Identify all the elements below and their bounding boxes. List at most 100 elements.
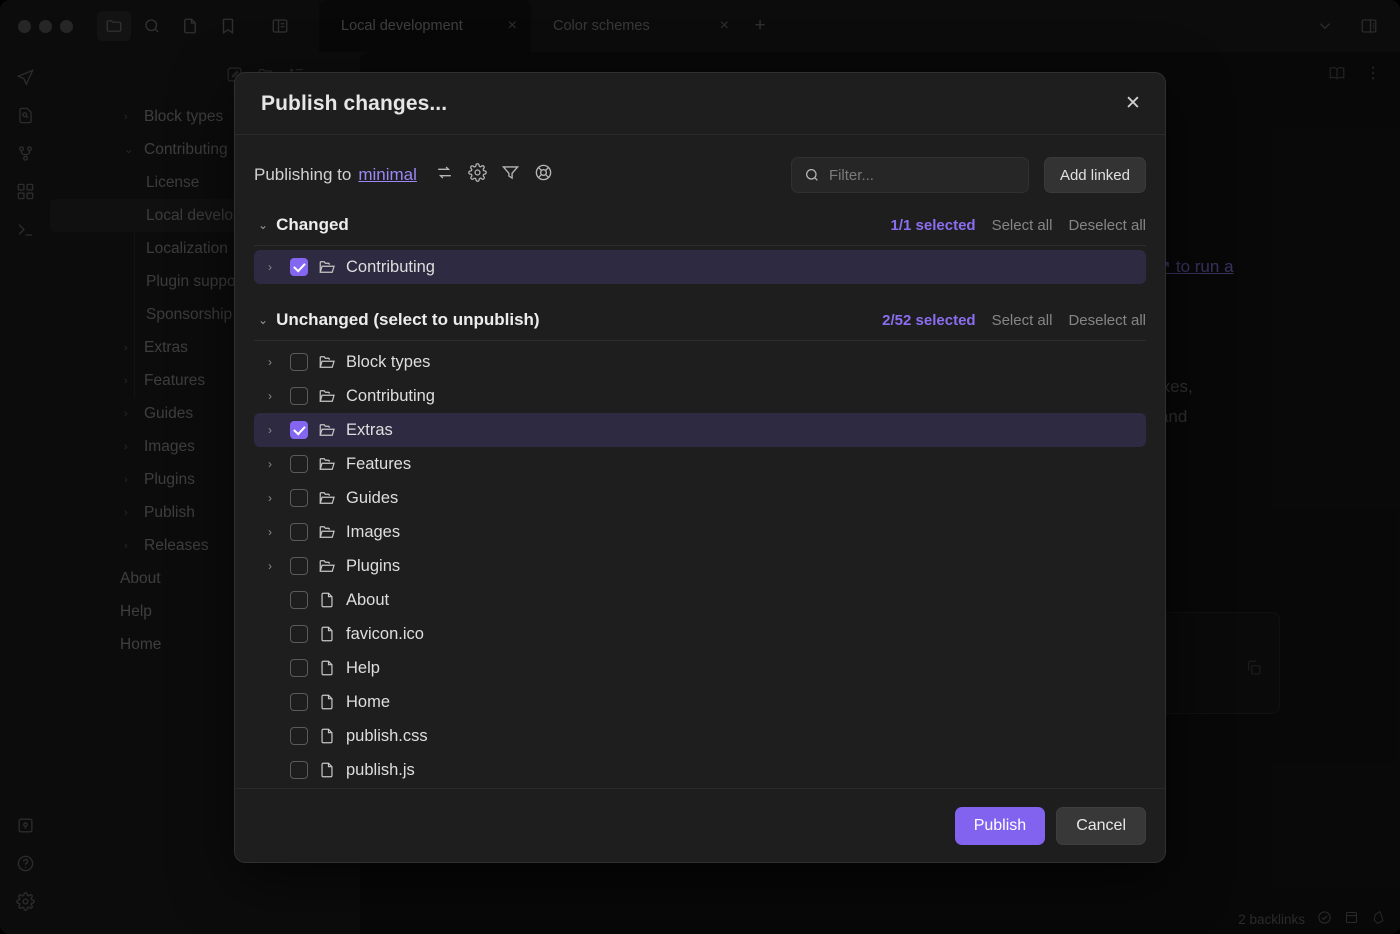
row-checkbox[interactable] [290,727,308,745]
sidebar-item-label: License [146,174,199,192]
bookmark-icon[interactable] [211,11,245,41]
close-window-button[interactable] [18,20,31,33]
tree-row[interactable]: ›Guides [254,481,1146,515]
tree-row[interactable]: ›publish.css [254,719,1146,753]
backlinks-count[interactable]: 2 backlinks [1238,912,1305,927]
tree-row[interactable]: ›Extras [254,413,1146,447]
close-icon[interactable]: × [720,18,729,34]
row-checkbox[interactable] [290,489,308,507]
row-checkbox[interactable] [290,523,308,541]
row-checkbox[interactable] [290,455,308,473]
chevron-icon[interactable]: › [124,375,137,387]
chevron-icon[interactable]: › [124,474,137,486]
row-checkbox[interactable] [290,693,308,711]
sidebar-layout-icon[interactable] [263,11,297,41]
chevron-right-icon[interactable]: › [268,525,284,539]
cancel-button[interactable]: Cancel [1056,807,1146,845]
row-checkbox[interactable] [290,421,308,439]
deselect-all-button[interactable]: Deselect all [1068,217,1146,234]
filter-search-box[interactable] [791,157,1029,193]
more-options-icon[interactable] [1364,64,1382,87]
copy-icon[interactable] [1245,657,1263,687]
help-icon[interactable] [8,846,42,880]
chevron-right-icon[interactable]: › [268,423,284,437]
row-checkbox[interactable] [290,591,308,609]
folder-icon[interactable] [97,11,131,41]
tree-row[interactable]: ›Contributing [254,379,1146,413]
tab-color-schemes[interactable]: Color schemes × [531,0,743,52]
chevron-right-icon[interactable]: › [268,491,284,505]
left-ribbon [0,52,50,934]
tree-row[interactable]: ›Images [254,515,1146,549]
chevron-icon[interactable]: › [124,111,137,123]
chevron-down-icon[interactable]: ⌄ [258,313,268,327]
tree-row[interactable]: ›Help [254,651,1146,685]
search-file-icon[interactable] [8,98,42,132]
group-header-unchanged[interactable]: ⌄Unchanged (select to unpublish)2/52 sel… [254,302,1146,341]
file-icon[interactable] [173,11,207,41]
filter-input[interactable] [829,167,1016,184]
obsidian-logo-icon[interactable] [1371,910,1386,928]
row-checkbox[interactable] [290,557,308,575]
chevron-right-icon[interactable]: › [268,260,284,274]
tree-row[interactable]: ›Plugins [254,549,1146,583]
chevron-right-icon[interactable]: › [268,355,284,369]
group-title: Unchanged (select to unpublish) [276,310,540,330]
tree-row[interactable]: ›Home [254,685,1146,719]
close-icon[interactable]: × [508,18,517,34]
canvas-grid-icon[interactable] [8,174,42,208]
chevron-down-icon[interactable]: ⌄ [258,218,268,232]
add-linked-button[interactable]: Add linked [1044,157,1146,193]
row-checkbox[interactable] [290,387,308,405]
group-header-changed[interactable]: ⌄Changed1/1 selectedSelect allDeselect a… [254,207,1146,246]
maximize-window-button[interactable] [60,20,73,33]
search-icon[interactable] [135,11,169,41]
lifebuoy-icon[interactable] [534,163,553,187]
deselect-all-button[interactable]: Deselect all [1068,312,1146,329]
minimize-window-button[interactable] [39,20,52,33]
tab-local-development[interactable]: Local development × [319,0,531,52]
check-circle-icon[interactable] [1317,910,1332,928]
close-icon[interactable]: ✕ [1119,90,1147,118]
new-tab-button[interactable]: + [743,0,777,52]
modal-body[interactable]: ⌄Changed1/1 selectedSelect allDeselect a… [235,207,1165,788]
chevron-down-icon[interactable] [1308,11,1342,41]
settings-gear-icon[interactable] [8,884,42,918]
publish-site-link[interactable]: minimal [358,165,417,185]
tree-row[interactable]: ›favicon.ico [254,617,1146,651]
reading-view-icon[interactable] [1328,64,1346,87]
chevron-right-icon[interactable]: › [268,389,284,403]
row-checkbox[interactable] [290,625,308,643]
sync-swap-icon[interactable] [435,163,454,187]
publish-icon[interactable] [8,60,42,94]
chevron-right-icon[interactable]: › [268,457,284,471]
select-all-button[interactable]: Select all [992,312,1053,329]
tree-row[interactable]: ›Contributing [254,250,1146,284]
git-graph-icon[interactable] [8,136,42,170]
chevron-icon[interactable]: › [124,441,137,453]
row-checkbox[interactable] [290,659,308,677]
chevron-icon[interactable]: › [124,507,137,519]
tree-row[interactable]: ›About [254,583,1146,617]
settings-gear-icon[interactable] [468,163,487,187]
terminal-icon[interactable] [8,212,42,246]
row-checkbox[interactable] [290,353,308,371]
publish-button[interactable]: Publish [955,807,1045,845]
tree-row[interactable]: ›publish.js [254,753,1146,787]
row-checkbox[interactable] [290,258,308,276]
chevron-icon[interactable]: ⌄ [124,143,137,156]
vault-switcher-icon[interactable] [8,808,42,842]
modal-title: Publish changes... [261,92,447,116]
chevron-icon[interactable]: › [124,342,137,354]
filter-funnel-icon[interactable] [501,163,520,187]
tree-row[interactable]: ›Block types [254,345,1146,379]
traffic-lights[interactable] [0,20,89,33]
chevron-icon[interactable]: › [124,540,137,552]
select-all-button[interactable]: Select all [992,217,1053,234]
chevron-icon[interactable]: › [124,408,137,420]
chevron-right-icon[interactable]: › [268,559,284,573]
tree-row[interactable]: ›Features [254,447,1146,481]
card-layout-icon[interactable] [1344,910,1359,928]
right-sidebar-icon[interactable] [1352,11,1386,41]
row-checkbox[interactable] [290,761,308,779]
